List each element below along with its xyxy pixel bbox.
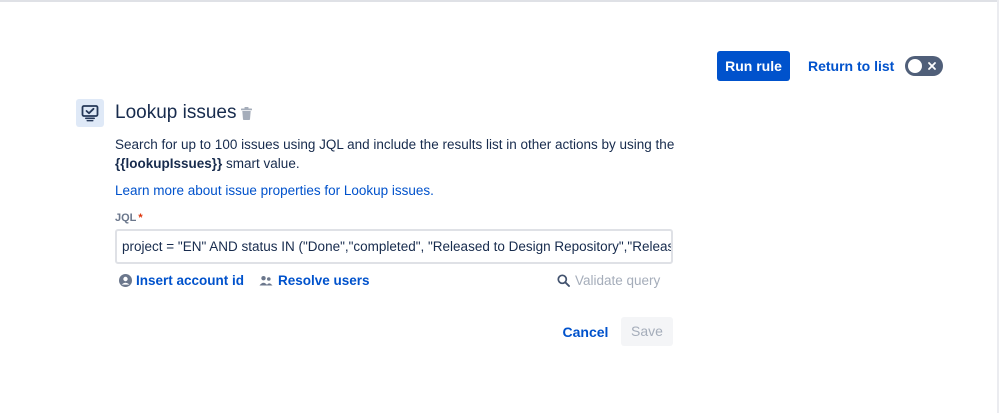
component-title: Lookup issues xyxy=(115,102,237,123)
search-icon xyxy=(557,274,570,287)
jql-label: JQL * xyxy=(115,211,143,225)
monitor-check-icon xyxy=(76,99,104,127)
toggle-knob xyxy=(908,59,922,73)
required-marker: * xyxy=(138,212,143,224)
rule-enabled-toggle[interactable] xyxy=(905,56,943,76)
save-button[interactable]: Save xyxy=(621,317,673,346)
trash-icon[interactable] xyxy=(241,107,252,120)
validate-query-label: Validate query xyxy=(575,273,661,288)
return-to-list-link[interactable]: Return to list xyxy=(808,57,894,75)
insert-account-id-label: Insert account id xyxy=(136,273,245,288)
description-text-continued: {{lookupIssues}} smart value. xyxy=(115,155,300,173)
learn-more-link[interactable]: Learn more about issue properties for Lo… xyxy=(115,182,434,200)
smart-value: {{lookupIssues}} xyxy=(115,156,223,171)
jql-input-value: project = "EN" AND status IN ("Done","co… xyxy=(122,239,671,254)
user-circle-icon xyxy=(119,274,132,287)
description-text: Search for up to 100 issues using JQL an… xyxy=(115,137,675,152)
cancel-button[interactable]: Cancel xyxy=(557,318,614,346)
resolve-users-label: Resolve users xyxy=(278,273,370,288)
close-icon xyxy=(928,62,936,70)
run-rule-button[interactable]: Run rule xyxy=(717,51,790,81)
jql-label-text: JQL xyxy=(115,212,137,224)
users-icon xyxy=(259,276,273,286)
top-border xyxy=(0,0,999,2)
jql-input[interactable]: project = "EN" AND status IN ("Done","co… xyxy=(115,229,673,264)
description-suffix: smart value. xyxy=(222,156,300,171)
